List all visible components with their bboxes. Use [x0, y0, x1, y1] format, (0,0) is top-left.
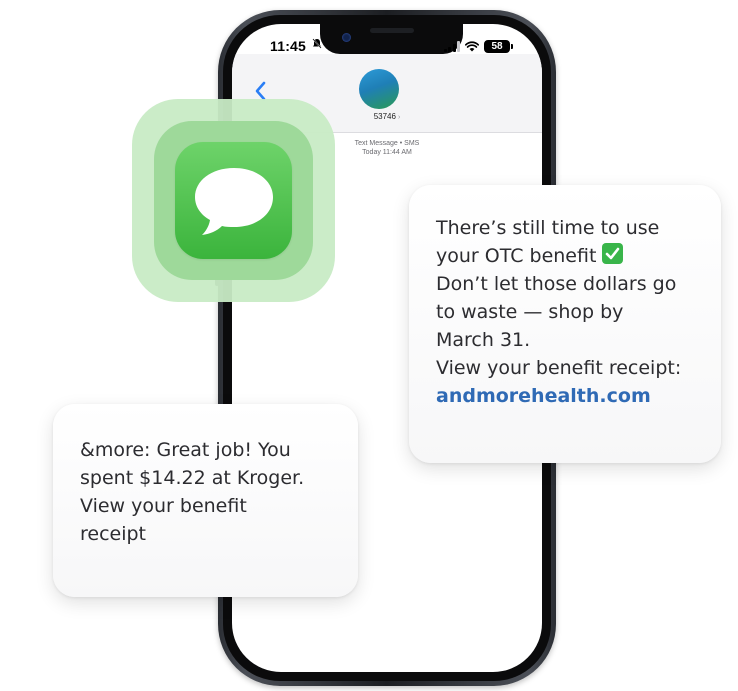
- card-line: receipt: [80, 523, 147, 545]
- purchase-confirmation-card: &more: Great job! You spent $14.22 at Kr…: [53, 404, 358, 597]
- card-line: March 31.: [436, 329, 531, 351]
- card-line: There’s still time to use: [436, 217, 660, 239]
- speech-bubble-icon: [195, 168, 273, 235]
- chevron-right-icon: ›: [397, 114, 401, 121]
- card-line: your OTC benefit: [436, 242, 701, 270]
- check-mark-emoji-icon: [602, 243, 624, 264]
- contact-avatar[interactable]: [359, 69, 399, 109]
- earpiece-speaker: [370, 28, 414, 33]
- card-line: View your benefit receipt:: [436, 357, 682, 379]
- card-line: spent $14.22 at Kroger.: [80, 467, 305, 489]
- otc-reminder-card: There’s still time to use your OTC benef…: [409, 185, 721, 463]
- card-line: Don’t let those dollars go: [436, 273, 677, 295]
- benefit-link[interactable]: andmorehealth.com: [436, 385, 651, 407]
- front-camera: [342, 33, 351, 42]
- cellular-signal-icon: [443, 41, 460, 52]
- status-time: 11:45: [270, 38, 307, 54]
- phone-notch: [320, 24, 463, 54]
- card-line: andmorehealth.com: [436, 382, 701, 410]
- stage: 11:45 58 53746 › Text Message • SMS Toda…: [0, 0, 738, 691]
- card-line-text: your OTC benefit: [436, 245, 597, 267]
- card-line: to waste — shop by: [436, 301, 624, 323]
- messages-app-icon: [175, 142, 292, 259]
- card-line: View your benefit: [80, 495, 247, 517]
- card-line: &more: Great job! You: [80, 439, 291, 461]
- battery-indicator: 58: [484, 40, 513, 53]
